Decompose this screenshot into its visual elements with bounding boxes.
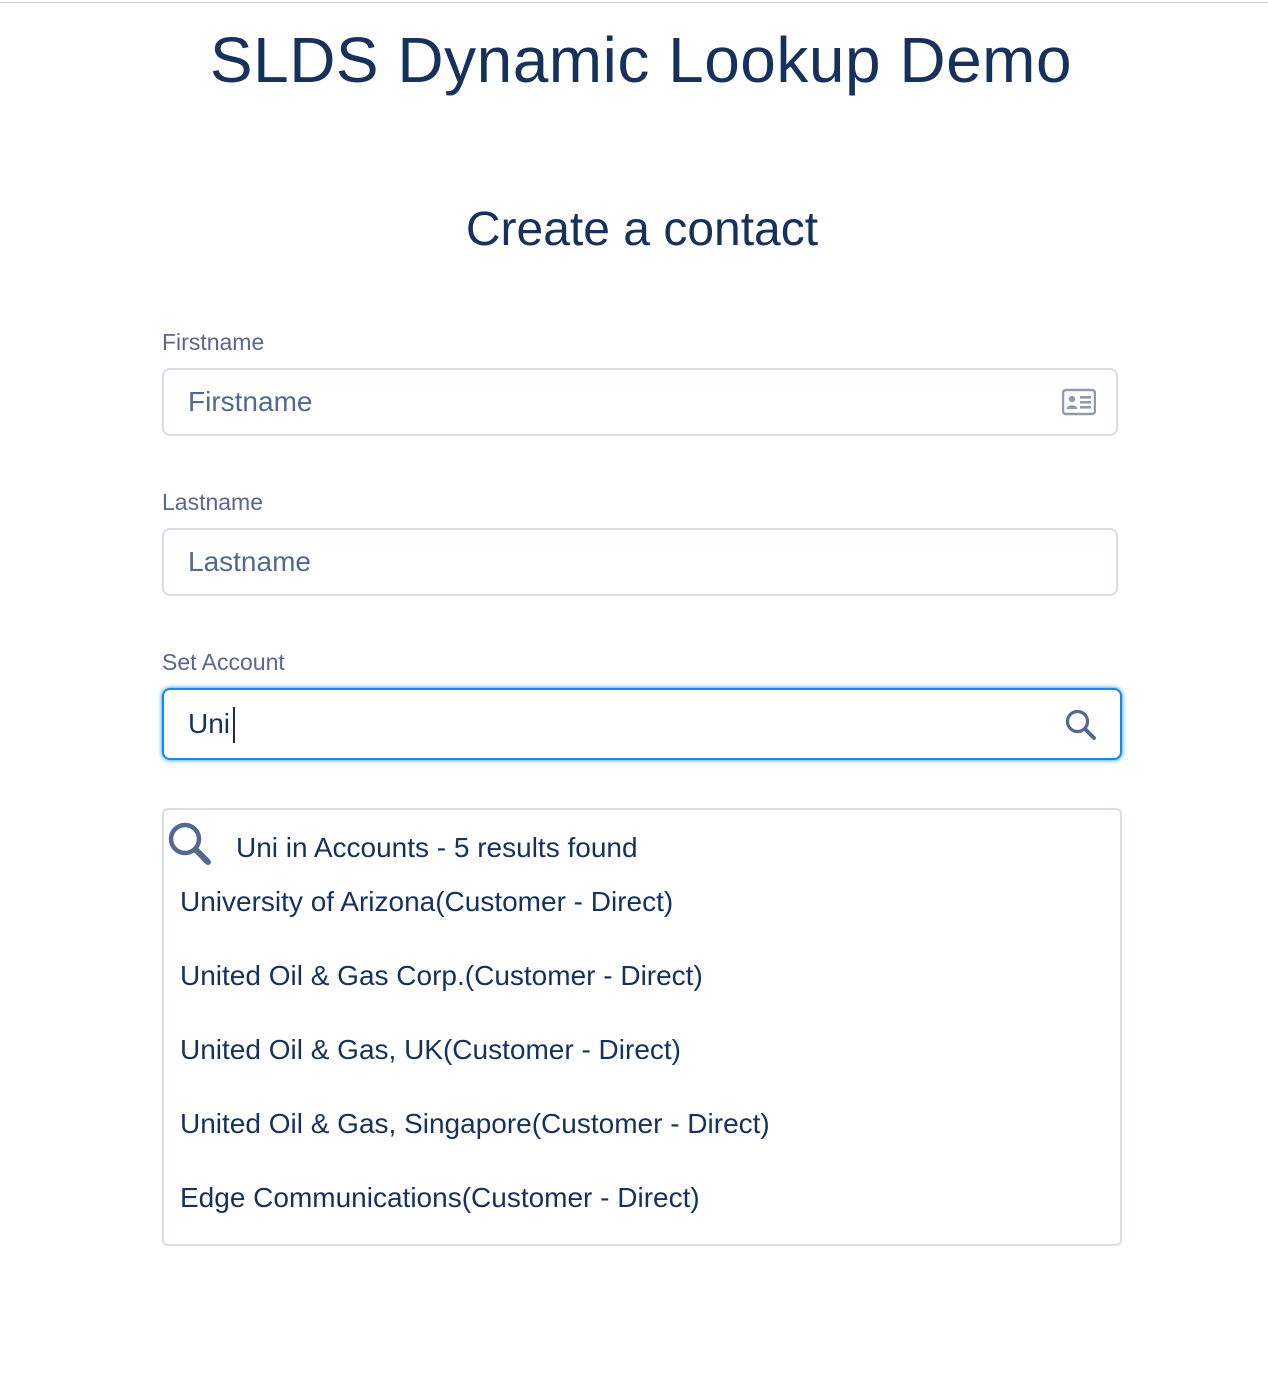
lookup-result-item[interactable]: United Oil & Gas, UK(Customer - Direct) xyxy=(180,1026,1100,1074)
text-caret xyxy=(233,707,235,743)
lastname-label: Lastname xyxy=(162,489,264,515)
lookup-results-panel: Uni in Accounts - 5 results found Univer… xyxy=(162,808,1122,1246)
contact-card-icon xyxy=(1062,388,1096,416)
form-title: Create a contact xyxy=(465,203,819,256)
lookup-results-header: Uni in Accounts - 5 results found xyxy=(164,818,1104,868)
firstname-input[interactable] xyxy=(188,370,1038,434)
account-lookup-field[interactable] xyxy=(162,688,1122,760)
top-divider xyxy=(0,2,1268,3)
firstname-field[interactable] xyxy=(162,368,1118,436)
search-icon xyxy=(168,822,211,865)
firstname-label: Firstname xyxy=(162,329,265,355)
lookup-result-item[interactable]: United Oil & Gas Corp.(Customer - Direct… xyxy=(180,952,1100,1000)
lastname-field[interactable] xyxy=(162,528,1118,596)
app-title: SLDS Dynamic Lookup Demo xyxy=(209,24,1073,96)
lookup-results-summary: Uni in Accounts - 5 results found xyxy=(236,832,638,863)
account-lookup-input[interactable] xyxy=(188,690,1038,758)
lookup-result-item[interactable]: United Oil & Gas, Singapore(Customer - D… xyxy=(180,1100,1100,1148)
lookup-result-item[interactable]: Edge Communications(Customer - Direct) xyxy=(180,1174,1100,1222)
lookup-result-item[interactable]: University of Arizona(Customer - Direct) xyxy=(180,878,1100,926)
account-label: Set Account xyxy=(162,649,285,675)
search-icon[interactable] xyxy=(1064,708,1098,742)
lastname-input[interactable] xyxy=(188,530,1038,594)
